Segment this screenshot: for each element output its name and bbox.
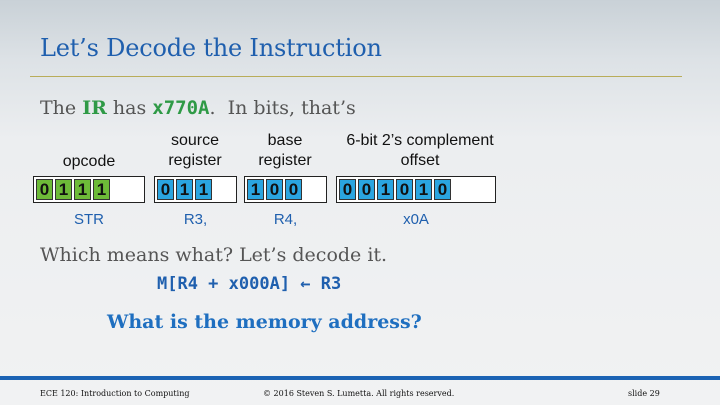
base-register-meaning: R4, bbox=[273, 211, 298, 228]
offset-meaning: x0A bbox=[403, 211, 429, 228]
ir-term: IR bbox=[82, 97, 107, 119]
bit: 1 bbox=[93, 179, 110, 200]
intro-text: The IR has x770A. In bits, that’s bbox=[40, 97, 356, 119]
source-register-label-2: register bbox=[168, 152, 222, 169]
ir-hex-value: x770A bbox=[152, 97, 210, 119]
opcode-bits: 0 1 1 1 bbox=[33, 176, 145, 203]
footer-slide-number: slide 29 bbox=[628, 389, 660, 398]
decode-question: Which means what? Let’s decode it. bbox=[40, 244, 388, 266]
bit: 0 bbox=[396, 179, 413, 200]
rtl-expression: M[R4 + x000A] ← R3 bbox=[157, 274, 342, 294]
bit: 1 bbox=[195, 179, 212, 200]
offset-label-1: 6-bit 2’s complement bbox=[346, 132, 494, 149]
bit: 0 bbox=[266, 179, 283, 200]
bit: 0 bbox=[36, 179, 53, 200]
offset-bits: 0 0 1 0 1 0 bbox=[336, 176, 496, 203]
opcode-meaning: STR bbox=[74, 211, 104, 228]
title-divider bbox=[30, 76, 682, 77]
bit: 0 bbox=[285, 179, 302, 200]
bit: 1 bbox=[415, 179, 432, 200]
base-register-label-2: register bbox=[258, 152, 312, 169]
intro-suffix: . In bits, that’s bbox=[209, 97, 356, 119]
footer-course: ECE 120: Introduction to Computing bbox=[40, 389, 190, 398]
memory-address-question: What is the memory address? bbox=[107, 311, 422, 333]
source-register-meaning: R3, bbox=[183, 211, 208, 228]
bit: 0 bbox=[434, 179, 451, 200]
bit: 1 bbox=[377, 179, 394, 200]
bit: 0 bbox=[358, 179, 375, 200]
bit: 1 bbox=[247, 179, 264, 200]
slide-title: Let’s Decode the Instruction bbox=[40, 34, 382, 62]
bit: 1 bbox=[74, 179, 91, 200]
source-register-label-1: source bbox=[170, 132, 220, 149]
bit: 0 bbox=[157, 179, 174, 200]
source-register-bits: 0 1 1 bbox=[154, 176, 237, 203]
intro-prefix: The bbox=[40, 97, 83, 119]
bit: 0 bbox=[339, 179, 356, 200]
offset-label-2: offset bbox=[400, 152, 440, 169]
footer-bar bbox=[0, 376, 720, 380]
opcode-label: opcode bbox=[62, 153, 116, 170]
bit: 1 bbox=[176, 179, 193, 200]
base-register-label-1: base bbox=[267, 132, 303, 149]
intro-has: has bbox=[106, 97, 153, 119]
bit: 1 bbox=[55, 179, 72, 200]
footer-copyright: © 2016 Steven S. Lumetta. All rights res… bbox=[263, 389, 455, 398]
base-register-bits: 1 0 0 bbox=[244, 176, 327, 203]
